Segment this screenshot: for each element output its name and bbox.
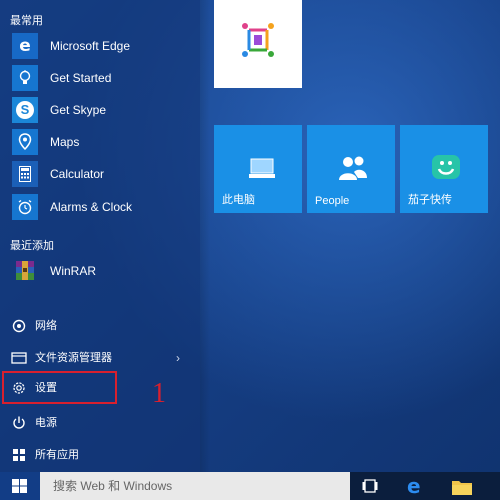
tile-people[interactable]: People bbox=[307, 125, 395, 213]
sidebar-item-network[interactable]: 网络 bbox=[0, 314, 200, 338]
maps-icon bbox=[12, 129, 38, 155]
app-item-alarms-clock[interactable]: Alarms & Clock bbox=[0, 192, 200, 222]
edge-icon: e bbox=[12, 33, 38, 59]
app-item-get-started[interactable]: Get Started bbox=[0, 63, 200, 93]
app-label: Get Started bbox=[50, 71, 112, 85]
windows-logo-icon bbox=[12, 479, 27, 498]
app-label: WinRAR bbox=[50, 264, 97, 278]
most-used-header: 最常用 bbox=[10, 15, 43, 27]
start-button[interactable] bbox=[0, 472, 40, 500]
lightbulb-icon bbox=[12, 65, 38, 91]
computer-icon bbox=[244, 151, 280, 187]
tile-qiezi-share[interactable]: 茄子快传 bbox=[400, 125, 488, 213]
app-label: Alarms & Clock bbox=[50, 200, 133, 214]
app-label: Get Skype bbox=[50, 103, 107, 117]
edge-icon[interactable]: e bbox=[407, 475, 421, 497]
app-item-get-skype[interactable]: S Get Skype bbox=[0, 95, 200, 125]
settings-highlight-box bbox=[2, 371, 117, 404]
app-item-calculator[interactable]: Calculator bbox=[0, 159, 200, 189]
app-item-microsoft-edge[interactable]: e Microsoft Edge bbox=[0, 31, 200, 61]
people-icon bbox=[335, 150, 371, 186]
sidebar-item-power[interactable]: 电源 bbox=[0, 411, 200, 435]
app-label: Calculator bbox=[50, 167, 105, 181]
tile-this-pc[interactable]: 此电脑 bbox=[214, 125, 302, 213]
folder-icon[interactable] bbox=[452, 478, 472, 500]
desktop-background: 最常用 e Microsoft Edge Get Started S Get S… bbox=[0, 0, 500, 500]
sidebar-item-file-explorer[interactable]: 文件资源管理器 › bbox=[0, 346, 200, 370]
step-annotation: 1 bbox=[152, 378, 166, 409]
chevron-right-icon[interactable]: › bbox=[176, 346, 180, 370]
app-item-winrar[interactable]: WinRAR bbox=[0, 256, 200, 286]
task-view-icon[interactable] bbox=[362, 478, 378, 494]
app-label: Microsoft Edge bbox=[50, 39, 131, 53]
network-icon bbox=[10, 317, 28, 335]
alarm-clock-icon bbox=[12, 194, 38, 220]
search-placeholder: 搜索 Web 和 Windows bbox=[53, 479, 173, 493]
sidebar-item-all-apps[interactable]: 所有应用 bbox=[0, 443, 200, 467]
search-input[interactable]: 搜索 Web 和 Windows bbox=[40, 472, 350, 500]
calculator-icon bbox=[12, 161, 38, 187]
sidebar-item-label: 网络 bbox=[35, 320, 57, 332]
all-apps-icon bbox=[10, 446, 28, 464]
tile-label: People bbox=[315, 195, 350, 207]
power-icon bbox=[10, 414, 28, 432]
file-explorer-icon bbox=[10, 349, 28, 367]
sidebar-item-label: 电源 bbox=[35, 417, 57, 429]
app-label: Maps bbox=[50, 135, 80, 149]
taskbar: 搜索 Web 和 Windows e bbox=[0, 472, 500, 500]
tile-label: 此电脑 bbox=[222, 194, 255, 206]
app-logo-icon bbox=[240, 22, 276, 58]
recently-added-header: 最近添加 bbox=[10, 240, 54, 252]
app-item-maps[interactable]: Maps bbox=[0, 127, 200, 157]
tile-label: 茄子快传 bbox=[408, 194, 452, 206]
sidebar-item-label: 文件资源管理器 bbox=[35, 352, 112, 364]
tile-app-logo[interactable] bbox=[214, 0, 302, 88]
winrar-icon bbox=[12, 258, 38, 284]
share-icon bbox=[428, 149, 464, 185]
sidebar-item-label: 所有应用 bbox=[35, 449, 79, 461]
skype-icon: S bbox=[12, 97, 38, 123]
